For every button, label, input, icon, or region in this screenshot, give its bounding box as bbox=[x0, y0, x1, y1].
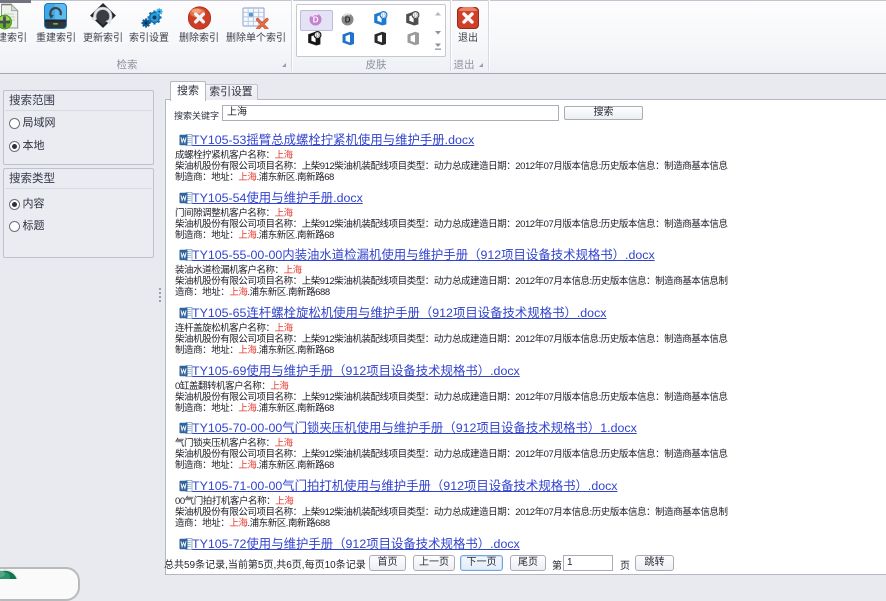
svg-text:13: 13 bbox=[381, 13, 386, 18]
svg-text:13: 13 bbox=[315, 33, 320, 38]
svg-text:D: D bbox=[313, 15, 319, 24]
svg-text:13: 13 bbox=[413, 13, 418, 18]
svg-text:D: D bbox=[345, 15, 351, 24]
